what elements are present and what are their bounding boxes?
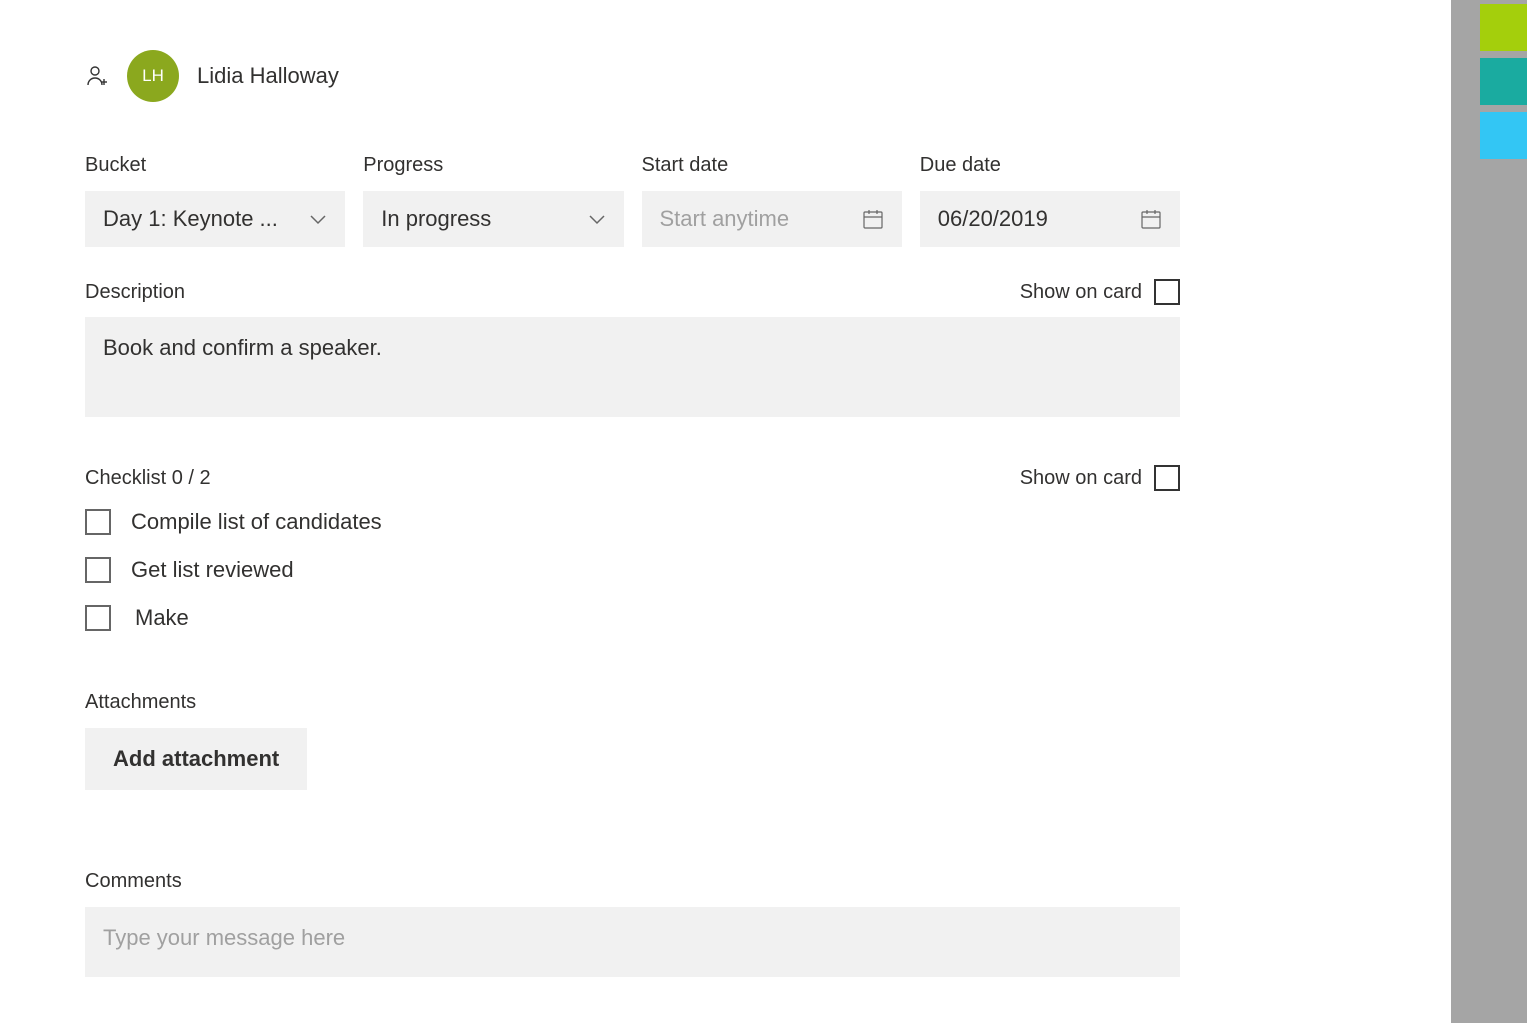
avatar-initials: LH [142,66,164,86]
start-date-input[interactable]: Start anytime [642,191,902,247]
checklist-item-text: Make [135,605,189,631]
start-date-placeholder: Start anytime [660,206,790,232]
start-date-field: Start date Start anytime [642,154,902,247]
assignee-name: Lidia Halloway [197,63,339,89]
checklist-items: Compile list of candidates Get list revi… [85,509,1180,631]
add-person-icon[interactable] [85,64,109,88]
checkbox-icon [1154,465,1180,491]
checklist-header: Checklist 0 / 2 Show on card [85,465,1180,491]
checklist-item-text: Compile list of candidates [131,509,382,535]
bucket-value: Day 1: Keynote ... [103,206,278,232]
calendar-icon [862,208,884,230]
label-tab-lime[interactable] [1480,4,1527,51]
checklist-item[interactable]: Compile list of candidates [85,509,1180,535]
checklist-show-on-card[interactable]: Show on card [1020,465,1180,491]
attachments-label: Attachments [85,691,1180,714]
progress-select[interactable]: In progress [363,191,623,247]
progress-label: Progress [363,154,623,177]
task-detail-panel: LH Lidia Halloway Bucket Day 1: Keynote … [0,0,1265,1023]
checklist-label: Checklist 0 / 2 [85,467,211,490]
assignee-row: LH Lidia Halloway [85,50,1180,102]
field-grid: Bucket Day 1: Keynote ... Progress In pr… [85,154,1180,247]
description-text: Book and confirm a speaker. [103,335,382,360]
checklist-item-text: Get list reviewed [131,557,294,583]
comments-input[interactable]: Type your message here [85,907,1180,977]
chevron-down-icon [309,213,327,225]
assignee-avatar[interactable]: LH [127,50,179,102]
bucket-select[interactable]: Day 1: Keynote ... [85,191,345,247]
show-on-card-label: Show on card [1020,281,1142,304]
due-date-value: 06/20/2019 [938,206,1048,232]
show-on-card-label: Show on card [1020,467,1142,490]
checklist-item[interactable]: Make [85,605,1180,631]
description-textarea[interactable]: Book and confirm a speaker. [85,317,1180,417]
checklist-item[interactable]: Get list reviewed [85,557,1180,583]
bucket-label: Bucket [85,154,345,177]
checkbox-icon[interactable] [85,605,111,631]
checkbox-icon[interactable] [85,509,111,535]
checkbox-icon[interactable] [85,557,111,583]
attachments-section: Attachments Add attachment [85,691,1180,790]
due-date-label: Due date [920,154,1180,177]
comments-placeholder: Type your message here [103,925,345,950]
side-strip [1451,0,1527,1023]
label-tab-sky[interactable] [1480,112,1527,159]
progress-value: In progress [381,206,491,232]
progress-field: Progress In progress [363,154,623,247]
bucket-field: Bucket Day 1: Keynote ... [85,154,345,247]
description-show-on-card[interactable]: Show on card [1020,279,1180,305]
checkbox-icon [1154,279,1180,305]
due-date-input[interactable]: 06/20/2019 [920,191,1180,247]
description-header: Description Show on card [85,279,1180,305]
add-attachment-button[interactable]: Add attachment [85,728,307,790]
label-tab-teal[interactable] [1480,58,1527,105]
description-label: Description [85,281,185,304]
start-date-label: Start date [642,154,902,177]
due-date-field: Due date 06/20/2019 [920,154,1180,247]
chevron-down-icon [588,213,606,225]
comments-label: Comments [85,870,1180,893]
calendar-icon [1140,208,1162,230]
